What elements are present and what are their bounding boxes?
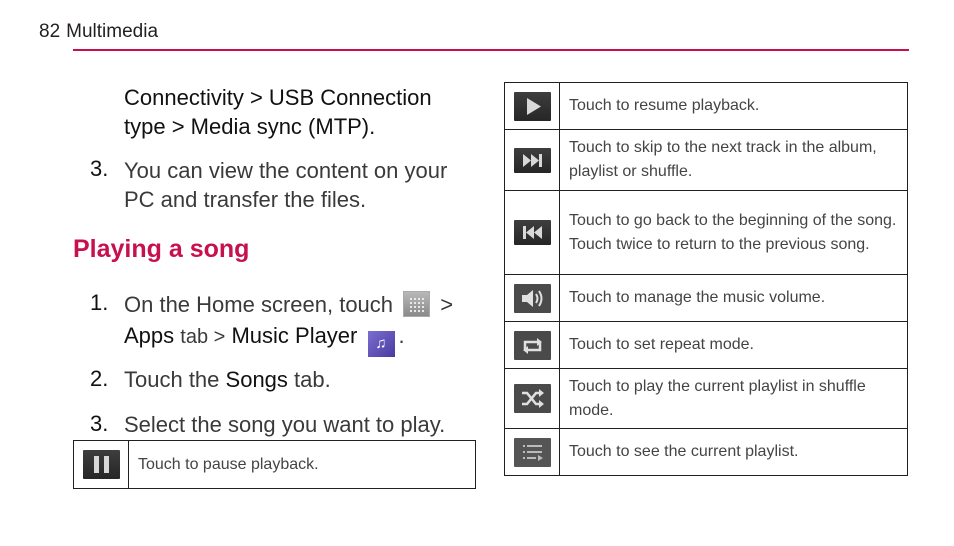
icon-description: Touch to play the current playlist in sh… <box>559 368 908 429</box>
header-rule <box>73 49 909 51</box>
repeat-icon <box>513 330 551 360</box>
table-row: Touch to play the current playlist in sh… <box>504 368 908 429</box>
icon-description: Touch to see the current playlist. <box>559 428 908 476</box>
continuation-line-2: type > Media sync (MTP). <box>124 114 376 139</box>
volume-icon <box>513 283 551 313</box>
step-number: 3. <box>90 156 109 181</box>
step-number: 1. <box>90 290 109 315</box>
apps-grid-icon <box>403 291 431 317</box>
icon-description: Touch to manage the music volume. <box>559 274 908 322</box>
step-number: 2. <box>90 366 109 391</box>
table-row: Touch to go back to the beginning of the… <box>504 190 908 275</box>
apps-label: Apps <box>124 323 175 348</box>
step-text-part: Touch the <box>124 367 220 392</box>
step-line: You can view the content on your <box>124 158 448 183</box>
continuation-text: Connectivity > USB Connection type > Med… <box>124 83 432 141</box>
step-text: On the Home screen, touch > Apps tab > M… <box>124 289 474 357</box>
step-text-part: tab > <box>180 326 226 348</box>
continuation-line-1: Connectivity > USB Connection <box>124 85 432 110</box>
icon-description: Touch to set repeat mode. <box>559 321 908 369</box>
table-row: Touch to see the current playlist. <box>504 428 908 476</box>
icon-description: Touch to resume playback. <box>559 82 908 130</box>
songs-label: Songs <box>225 367 288 392</box>
music-player-icon: ♫ <box>367 331 395 357</box>
icon-description: Touch to go back to the beginning of the… <box>559 190 908 275</box>
skip-next-icon <box>513 147 551 173</box>
step-text-part: tab. <box>294 367 331 392</box>
separator: > <box>440 292 454 317</box>
step-line: PC and transfer the files. <box>124 187 367 212</box>
skip-previous-icon <box>513 220 551 245</box>
step-text: Touch the Songs tab. <box>124 365 331 394</box>
step-text: You can view the content on your PC and … <box>124 156 447 214</box>
period: . <box>398 323 405 348</box>
icon-description: Touch to pause playback. <box>128 440 476 489</box>
pause-icon <box>82 450 120 479</box>
table-row: Touch to set repeat mode. <box>504 321 908 369</box>
table-row: Touch to manage the music volume. <box>504 274 908 322</box>
icon-description: Touch to skip to the next track in the a… <box>559 129 908 191</box>
step-number: 3. <box>90 411 109 436</box>
left-icon-table: Touch to pause playback. <box>73 440 476 489</box>
section-title: Multimedia <box>66 21 159 42</box>
page-header: 82 Multimedia <box>39 21 158 43</box>
table-row: Touch to pause playback. <box>73 440 476 489</box>
right-icon-table: Touch to resume playback. Touch to skip … <box>504 82 908 476</box>
shuffle-icon <box>513 384 551 413</box>
section-heading: Playing a song <box>73 235 250 263</box>
play-icon <box>513 91 551 121</box>
table-row: Touch to resume playback. <box>504 82 908 130</box>
music-player-label: Music Player <box>231 323 358 348</box>
step-text-part: On the Home screen, touch <box>124 292 394 317</box>
step-text: Select the song you want to play. <box>124 412 446 437</box>
table-row: Touch to skip to the next track in the a… <box>504 129 908 191</box>
playlist-icon <box>513 437 551 467</box>
page-number: 82 <box>39 21 61 42</box>
